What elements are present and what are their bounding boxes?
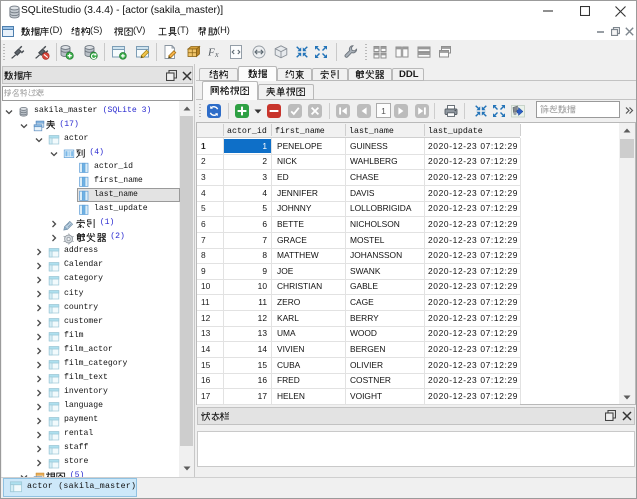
svg-text:x: x [214, 50, 219, 59]
svg-text:F: F [207, 47, 215, 59]
